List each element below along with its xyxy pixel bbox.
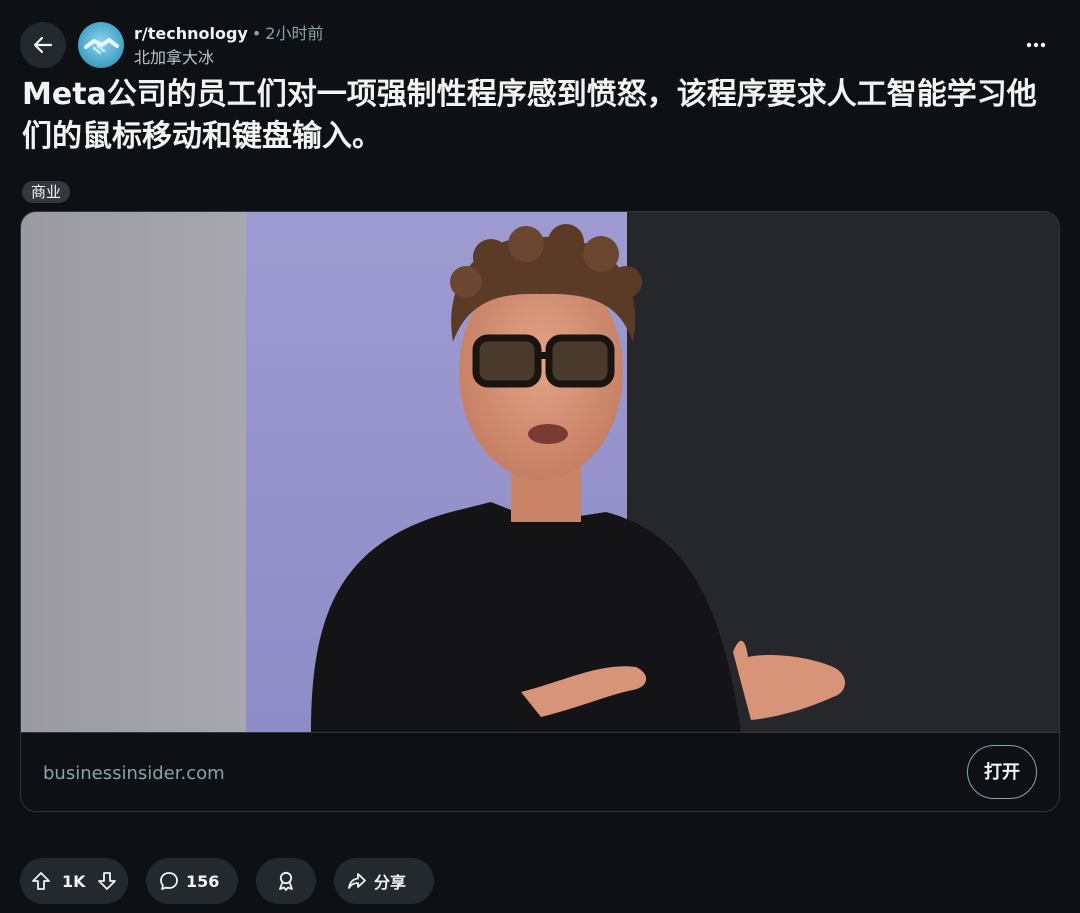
open-link-button[interactable]: 打开 (967, 745, 1037, 799)
preview-image[interactable] (21, 212, 1059, 732)
vote-pill: 1K (20, 858, 128, 904)
back-button[interactable] (20, 22, 66, 68)
post-meta: r/technology • 2小时前 (134, 24, 323, 44)
award-ribbon-icon (279, 871, 293, 891)
post-author[interactable]: 北加拿大冰 (134, 48, 214, 68)
comments-button[interactable]: 156 (146, 858, 238, 904)
post-actions: 1K 156 分享 (20, 858, 434, 904)
vote-count: 1K (62, 871, 86, 891)
link-preview-card[interactable]: businessinsider.com 打开 (20, 211, 1060, 812)
upvote-arrow-icon[interactable] (30, 870, 52, 892)
share-arrow-icon (348, 873, 366, 889)
more-options-button[interactable] (1016, 28, 1056, 62)
subreddit-avatar[interactable] (78, 22, 124, 68)
comment-count: 156 (186, 871, 220, 891)
handshake-icon (84, 38, 119, 55)
post-flair[interactable]: 商业 (22, 181, 71, 203)
comment-bubble-icon (160, 872, 178, 890)
post-title[interactable]: Meta公司的员工们对一项强制性程序感到愤怒，该程序要求人工智能学习他们的鼠标移… (22, 74, 1062, 158)
card-footer: businessinsider.com 打开 (21, 732, 1059, 811)
more-dots-icon (1026, 42, 1046, 48)
award-button[interactable] (256, 858, 316, 904)
link-domain[interactable]: businessinsider.com (43, 763, 225, 784)
back-arrow-icon (33, 36, 53, 54)
post-time: 2小时前 (265, 24, 324, 43)
meta-separator: • (251, 24, 262, 43)
downvote-arrow-icon[interactable] (96, 870, 118, 892)
subreddit-link[interactable]: r/technology (134, 24, 248, 43)
share-label: 分享 (374, 873, 407, 892)
share-button[interactable]: 分享 (334, 858, 434, 904)
